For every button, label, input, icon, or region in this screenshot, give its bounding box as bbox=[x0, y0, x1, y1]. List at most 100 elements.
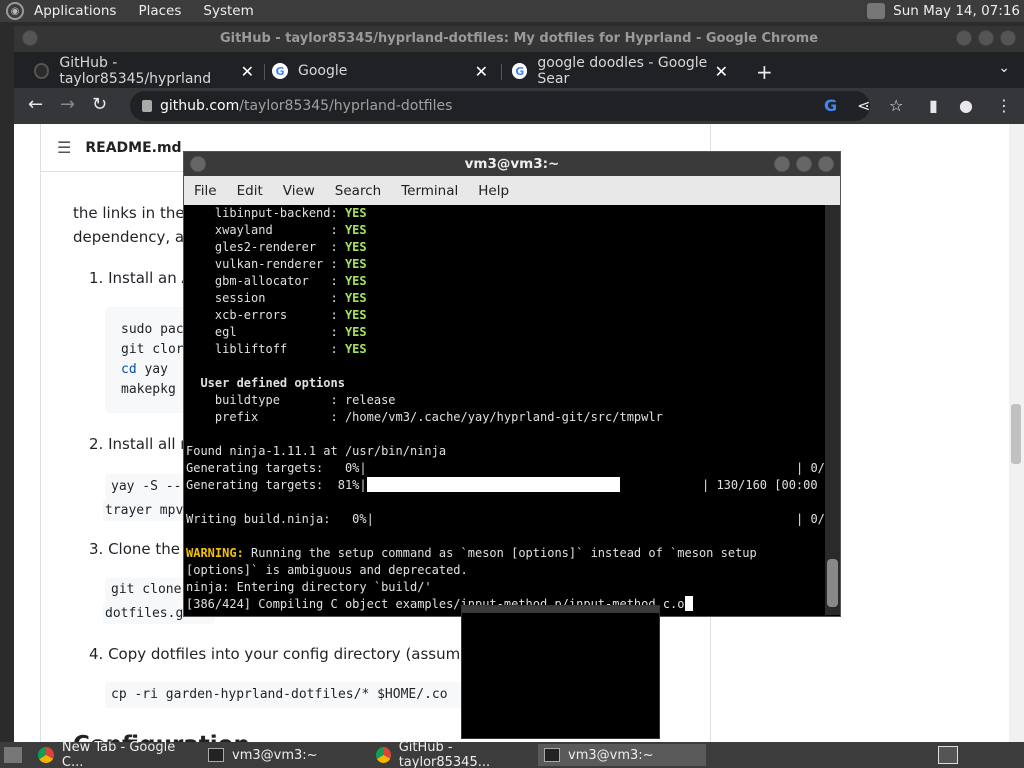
feature-name: xwayland : bbox=[186, 223, 345, 237]
code-line: git clone bbox=[111, 582, 182, 597]
terminal-menubar: File Edit View Search Terminal Help bbox=[184, 176, 840, 205]
window-preview-thumbnail[interactable] bbox=[461, 605, 660, 739]
terminal-line: Found ninja-1.11.1 at /usr/bin/ninja bbox=[186, 444, 447, 458]
progress-label: Generating targets: 0%| bbox=[186, 461, 367, 475]
maximize-icon[interactable] bbox=[796, 156, 812, 172]
chrome-icon bbox=[376, 747, 391, 763]
taskbar-item-chrome-github[interactable]: GitHub - taylor85345... bbox=[370, 740, 536, 768]
minimize-icon[interactable] bbox=[774, 156, 790, 172]
volume-icon[interactable] bbox=[867, 3, 886, 19]
applications-menu[interactable]: Applications bbox=[34, 3, 116, 19]
window-menu-icon[interactable] bbox=[190, 156, 206, 172]
terminal-scrollbar[interactable] bbox=[825, 205, 840, 615]
menu-terminal[interactable]: Terminal bbox=[401, 183, 458, 199]
profile-avatar-icon[interactable]: ● bbox=[959, 96, 973, 115]
outline-list-icon[interactable]: ☰ bbox=[57, 138, 71, 157]
code-line: yay -S -- bbox=[111, 479, 182, 494]
tab-close-icon[interactable]: ✕ bbox=[715, 62, 728, 81]
code-line: git clor bbox=[121, 342, 184, 357]
panel-clock[interactable]: Sun May 14, 07:16 bbox=[893, 3, 1020, 19]
feature-value: YES bbox=[344, 223, 367, 237]
taskbar-item-label: New Tab - Google C... bbox=[61, 740, 176, 768]
feature-value: YES bbox=[344, 240, 367, 254]
taskbar-item-label: vm3@vm3:~ bbox=[568, 747, 654, 763]
workspace-switcher[interactable] bbox=[938, 746, 958, 764]
tab-github[interactable]: GitHub - taylor85345/hyprland ✕ bbox=[18, 54, 262, 88]
minimize-icon[interactable] bbox=[956, 30, 972, 46]
menu-search[interactable]: Search bbox=[335, 183, 381, 199]
share-icon[interactable]: ⋖ bbox=[857, 96, 870, 115]
readme-step-3: 3. Clone the r bbox=[89, 540, 191, 558]
terminal-output[interactable]: libinput-backend: YES xwayland : YES gle… bbox=[184, 205, 825, 615]
tab-strip: GitHub - taylor85345/hyprland ✕ G Google… bbox=[14, 52, 1024, 88]
readme-intro-line: the links in the l bbox=[73, 204, 194, 222]
close-window-icon[interactable] bbox=[1000, 30, 1016, 46]
page-scroll-thumb[interactable] bbox=[1011, 404, 1021, 464]
menu-edit[interactable]: Edit bbox=[237, 183, 263, 199]
maximize-icon[interactable] bbox=[978, 30, 994, 46]
page-scrollbar[interactable] bbox=[1009, 124, 1024, 742]
chrome-wm-left bbox=[22, 30, 38, 46]
places-menu[interactable]: Places bbox=[138, 3, 181, 19]
terminal-icon bbox=[208, 748, 224, 762]
code-line: sudo pac bbox=[121, 322, 184, 337]
new-tab-icon[interactable]: + bbox=[756, 60, 773, 84]
code-line: makepkg bbox=[121, 382, 176, 397]
tab-search-chevron-icon[interactable]: ⌄ bbox=[998, 60, 1010, 76]
lock-icon[interactable] bbox=[142, 100, 152, 112]
feature-value: YES bbox=[344, 206, 367, 220]
preview-titlebar bbox=[462, 606, 659, 613]
feature-name: vulkan-renderer : bbox=[186, 257, 345, 271]
chrome-window-title: GitHub - taylor85345/hyprland-dotfiles: … bbox=[14, 26, 1024, 52]
menu-file[interactable]: File bbox=[194, 183, 217, 199]
system-menu[interactable]: System bbox=[203, 3, 253, 19]
feature-name: session : bbox=[186, 291, 345, 305]
back-arrow-icon[interactable]: ← bbox=[28, 94, 43, 115]
distro-logo-icon[interactable]: ◉ bbox=[6, 2, 24, 20]
taskbar-item-terminal[interactable]: vm3@vm3:~ bbox=[202, 744, 368, 766]
reload-icon[interactable]: ↻ bbox=[92, 94, 107, 115]
taskbar-item-label: GitHub - taylor85345... bbox=[398, 740, 491, 768]
google-lens-icon[interactable]: G bbox=[824, 96, 837, 115]
readme-border bbox=[40, 124, 41, 742]
menu-help[interactable]: Help bbox=[478, 183, 509, 199]
tab-google-doodles[interactable]: G google doodles - Google Sear ✕ bbox=[496, 54, 736, 88]
close-window-icon[interactable] bbox=[818, 156, 834, 172]
chrome-menu-icon[interactable]: ⋮ bbox=[996, 96, 1012, 115]
tab-close-icon[interactable]: ✕ bbox=[475, 62, 488, 81]
github-favicon-icon bbox=[34, 63, 50, 79]
taskbar-item-label: vm3@vm3:~ bbox=[232, 747, 318, 763]
terminal-line: Generating targets: 81%| | 130/160 [00:00 bbox=[186, 477, 824, 494]
terminal-line: prefix : /home/vm3/.cache/yay/hyprland-g… bbox=[186, 410, 663, 424]
terminal-line: vulkan-renderer : YES bbox=[186, 256, 824, 273]
tab-google[interactable]: G Google ✕ bbox=[256, 54, 496, 88]
progress-count: | 0/ bbox=[796, 461, 825, 475]
feature-value: YES bbox=[344, 342, 367, 356]
readme-step-4: 4. Copy dotfiles into your config direct… bbox=[89, 645, 489, 663]
google-favicon-icon: G bbox=[512, 63, 528, 79]
readme-step-2: 2. Install all re bbox=[89, 435, 196, 453]
terminal-line: ninja: Entering directory `build/' bbox=[186, 580, 432, 594]
taskbar-item-terminal-active[interactable]: vm3@vm3:~ bbox=[538, 744, 706, 766]
terminal-wm-right bbox=[774, 156, 834, 172]
side-panel-icon[interactable]: ▮ bbox=[929, 96, 938, 115]
readme-intro-line: dependency, an bbox=[73, 228, 194, 246]
code-text: yay bbox=[144, 362, 168, 377]
terminal-line: User defined options bbox=[186, 376, 345, 390]
code-keyword: cd bbox=[121, 362, 137, 377]
feature-value: YES bbox=[344, 291, 367, 305]
terminal-scroll-thumb[interactable] bbox=[827, 559, 838, 607]
menu-view[interactable]: View bbox=[283, 183, 315, 199]
forward-arrow-icon[interactable]: → bbox=[60, 94, 75, 115]
google-favicon-icon: G bbox=[272, 63, 288, 79]
window-menu-icon[interactable] bbox=[22, 30, 38, 46]
feature-name: gbm-allocator : bbox=[186, 274, 345, 288]
address-bar[interactable]: github.com /taylor85345/hyprland-dotfile… bbox=[130, 91, 870, 121]
taskbar-item-chrome-newtab[interactable]: New Tab - Google C... bbox=[32, 740, 200, 768]
show-desktop-icon[interactable] bbox=[4, 747, 22, 763]
bookmark-star-icon[interactable]: ☆ bbox=[889, 96, 903, 115]
tab-close-icon[interactable]: ✕ bbox=[241, 62, 254, 81]
